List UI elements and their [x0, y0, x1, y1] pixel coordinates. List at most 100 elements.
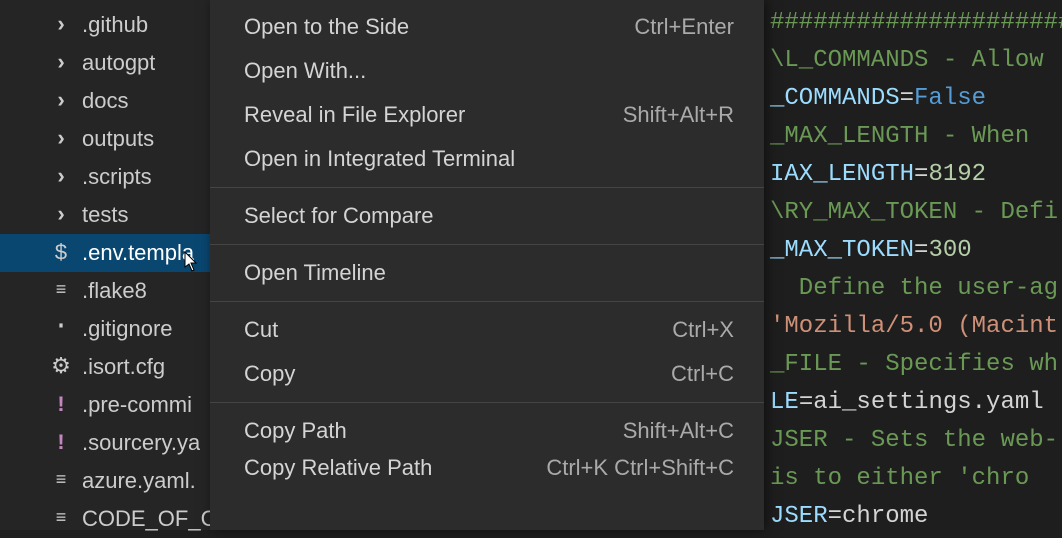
editor-token: is to either 'chro	[770, 465, 1029, 492]
context-menu-item[interactable]: Open in Integrated Terminal	[210, 137, 764, 181]
tree-item-label: autogpt	[82, 50, 155, 76]
tree-item[interactable]: ›.scripts	[0, 158, 210, 196]
menu-separator	[210, 402, 764, 403]
editor-line[interactable]: _FILE - Specifies wh	[764, 346, 1062, 384]
context-menu: Open to the Side Ctrl+Enter Open With... Re…	[210, 0, 764, 530]
tree-item[interactable]: ≡ .flake8	[0, 272, 210, 310]
file-lines-icon: ≡	[50, 509, 72, 529]
menu-item-label: Open Timeline	[244, 260, 386, 286]
tree-item[interactable]: ›.github	[0, 6, 210, 44]
menu-item-shortcut: Ctrl+Enter	[634, 14, 734, 40]
editor-line[interactable]: LE=ai_settings.yaml	[764, 384, 1062, 422]
tree-item-label: tests	[82, 202, 128, 228]
editor-line[interactable]: \RY_MAX_TOKEN - Defi	[764, 194, 1062, 232]
menu-item-label: Open With...	[244, 58, 366, 84]
editor-token: 8192	[928, 161, 986, 188]
editor-token: \L_COMMANDS - Allow	[770, 47, 1058, 74]
context-menu-item[interactable]: Copy Path Shift+Alt+C	[210, 409, 764, 453]
tree-item[interactable]: › outputs	[0, 120, 210, 158]
editor-token: False	[914, 85, 986, 112]
editor-line[interactable]: is to either 'chro	[764, 460, 1062, 498]
context-menu-item[interactable]: CutCtrl+X	[210, 308, 764, 352]
editor-line[interactable]: JSER=chrome	[764, 498, 1062, 530]
editor-token: _FILE - Specifies wh	[770, 351, 1058, 378]
editor-token: Define the user-ag	[770, 275, 1058, 302]
tree-item-label: outputs	[82, 126, 154, 152]
chevron-right-icon: ›	[50, 89, 72, 114]
editor-token: =	[900, 85, 914, 112]
editor-token: chrome	[842, 503, 928, 530]
tree-item[interactable]: ·.gitignore	[0, 310, 210, 348]
tree-item-label: .sourcery.ya	[82, 430, 200, 456]
editor-token: IAX_LENGTH	[770, 161, 914, 188]
tree-item[interactable]: ! .sourcery.ya	[0, 424, 210, 462]
editor-token: _COMMANDS	[770, 85, 900, 112]
menu-item-label: Copy Relative Path	[244, 455, 432, 481]
file-lines-icon: ≡	[50, 281, 72, 301]
editor-line[interactable]: 'Mozilla/5.0 (Macint	[764, 308, 1062, 346]
exclamation-icon: !	[50, 393, 72, 418]
tree-item-label: azure.yaml.	[82, 468, 196, 494]
tree-item-label: .scripts	[82, 164, 152, 190]
editor-token: LE	[770, 389, 799, 416]
tree-item-label: .flake8	[82, 278, 147, 304]
tree-item-label: .gitignore	[82, 316, 173, 342]
tree-item[interactable]: › docs	[0, 82, 210, 120]
editor-line[interactable]: \L_COMMANDS - Allow	[764, 42, 1062, 80]
editor-token: _MAX_LENGTH - When	[770, 123, 1044, 150]
tree-item[interactable]: ≡azure.yaml.	[0, 462, 210, 500]
menu-separator	[210, 301, 764, 302]
context-menu-item[interactable]: Open to the Side Ctrl+Enter	[210, 5, 764, 49]
editor-token: JSER	[770, 503, 828, 530]
tree-item-label: .pre-commi	[82, 392, 192, 418]
menu-item-shortcut: Ctrl+C	[671, 361, 734, 387]
context-menu-item[interactable]: Open Timeline	[210, 251, 764, 295]
context-menu-item[interactable]: Select for Compare	[210, 194, 764, 238]
tree-item[interactable]: $.env.templa	[0, 234, 210, 272]
tree-item-label: docs	[82, 88, 128, 114]
editor-token: 300	[928, 237, 971, 264]
tree-item-label: .isort.cfg	[82, 354, 165, 380]
context-menu-item[interactable]: Open With...	[210, 49, 764, 93]
editor-line[interactable]: #####################	[764, 4, 1062, 42]
editor-token: _MAX_TOKEN	[770, 237, 914, 264]
chevron-right-icon: ›	[50, 127, 72, 152]
chevron-right-icon: ›	[50, 13, 72, 38]
menu-item-shortcut: Ctrl+X	[672, 317, 734, 343]
exclamation-icon: !	[50, 431, 72, 456]
editor-token: =	[914, 237, 928, 264]
editor-line[interactable]: _MAX_LENGTH - When	[764, 118, 1062, 156]
editor-line[interactable]: _COMMANDS=False	[764, 80, 1062, 118]
editor-line[interactable]: IAX_LENGTH=8192	[764, 156, 1062, 194]
menu-separator	[210, 187, 764, 188]
editor-line[interactable]: JSER - Sets the web-	[764, 422, 1062, 460]
menu-item-shortcut: Shift+Alt+C	[623, 418, 734, 444]
tree-item[interactable]: ! .pre-commi	[0, 386, 210, 424]
editor-token: ai_settings.yaml	[813, 389, 1043, 416]
editor-token: =	[799, 389, 813, 416]
tree-item-label: CODE_OF_C	[82, 506, 210, 532]
tree-item[interactable]: › autogpt	[0, 44, 210, 82]
context-menu-item[interactable]: CopyCtrl+C	[210, 352, 764, 396]
menu-separator	[210, 244, 764, 245]
editor-token: =	[828, 503, 842, 530]
tree-item[interactable]: › tests	[0, 196, 210, 234]
menu-item-label: Copy Path	[244, 418, 347, 444]
context-menu-item[interactable]: Copy Relative PathCtrl+K Ctrl+Shift+C	[210, 453, 764, 483]
editor-token: 'Mozilla/5.0 (Macint	[770, 313, 1058, 340]
file-explorer: ›.github›autogpt›docs›outputs›.scripts›t…	[0, 0, 210, 530]
tree-item[interactable]: ⚙ .isort.cfg	[0, 348, 210, 386]
menu-item-shortcut: Shift+Alt+R	[623, 102, 734, 128]
tree-item[interactable]: ≡ CODE_OF_C	[0, 500, 210, 538]
chevron-right-icon: ›	[50, 203, 72, 228]
context-menu-item[interactable]: Reveal in File ExplorerShift+Alt+R	[210, 93, 764, 137]
editor-token: =	[914, 161, 928, 188]
menu-item-label: Select for Compare	[244, 203, 434, 229]
chevron-right-icon: ›	[50, 51, 72, 76]
editor-token: #####################	[770, 9, 1062, 36]
editor-line[interactable]: _MAX_TOKEN=300	[764, 232, 1062, 270]
editor-panel: ##################### \L_COMMANDS - Allow…	[764, 0, 1062, 530]
menu-item-label: Open to the Side	[244, 14, 409, 40]
editor-line[interactable]: Define the user-ag	[764, 270, 1062, 308]
gear-icon: ⚙	[50, 354, 72, 380]
